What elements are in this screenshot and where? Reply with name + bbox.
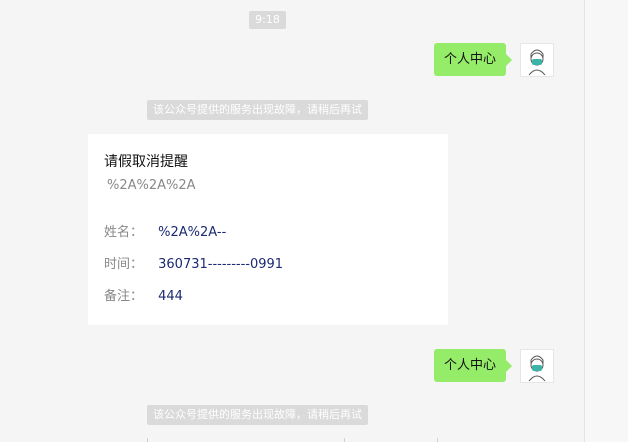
right-scroll-panel[interactable] (585, 0, 628, 442)
leave-cancel-card[interactable]: 请假取消提醒 %2A%2A%2A 姓名： %2A%2A-- 时间： 360731… (88, 134, 448, 325)
field-row-time: 时间： 360731---------0991 (104, 253, 283, 272)
sent-message-bubble[interactable]: 个人中心 (434, 43, 513, 76)
system-notice: 该公众号提供的服务出现故障，请稍后再试 (147, 405, 368, 425)
field-label: 时间： (104, 257, 144, 272)
field-value: %2A%2A-- (158, 225, 227, 240)
chat-area: 9:18 个人中心 该公众号提供的服务出现故障，请稍后再试 请假取消提醒 %2A… (0, 0, 584, 442)
field-value: 360731---------0991 (158, 257, 284, 272)
system-notice: 该公众号提供的服务出现故障，请稍后再试 (147, 100, 368, 120)
user-avatar[interactable] (520, 349, 554, 383)
user-avatar[interactable] (520, 43, 554, 77)
sent-message-bubble[interactable]: 个人中心 (434, 349, 513, 382)
input-toolbar-edge (0, 438, 584, 442)
timestamp-badge: 9:18 (249, 11, 286, 29)
field-row-note: 备注： 444 (104, 285, 183, 304)
avatar-face-icon (528, 49, 546, 76)
avatar-face-icon (528, 355, 546, 382)
field-label: 姓名： (104, 225, 144, 240)
card-title: 请假取消提醒 (104, 154, 188, 170)
field-label: 备注： (104, 289, 144, 304)
field-row-name: 姓名： %2A%2A-- (104, 221, 226, 240)
field-value: 444 (158, 289, 183, 304)
card-subtitle: %2A%2A%2A (107, 178, 196, 193)
